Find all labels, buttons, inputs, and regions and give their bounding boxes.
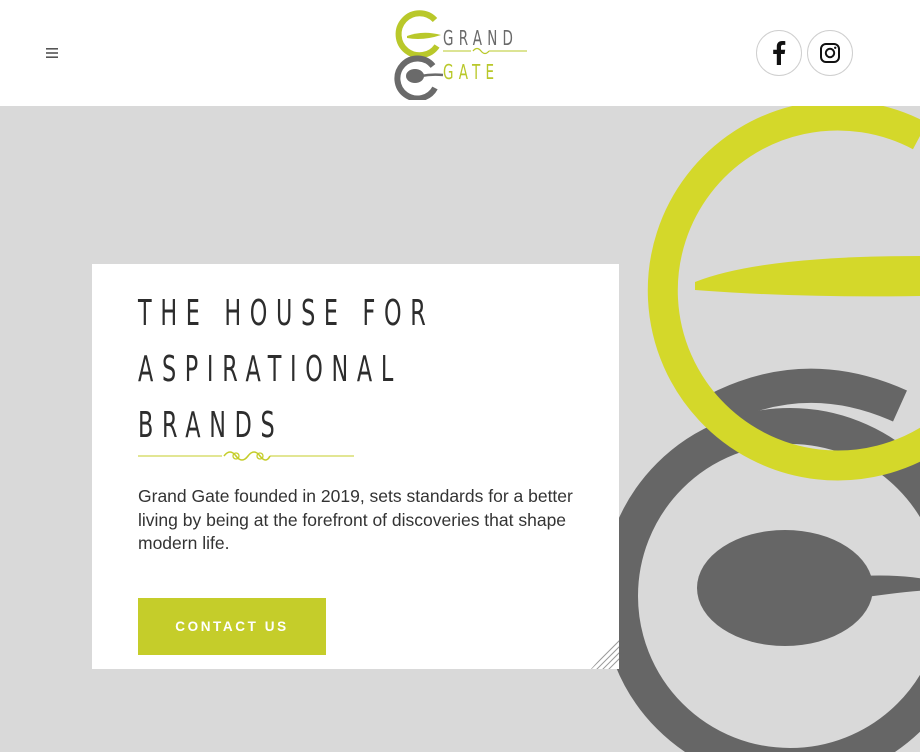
headline-line-2: ASPIRATIONAL bbox=[138, 349, 402, 390]
instagram-button[interactable] bbox=[807, 30, 853, 76]
hero-description: Grand Gate founded in 2019, sets standar… bbox=[138, 486, 573, 553]
logo-word-grand: GRAND bbox=[443, 26, 519, 50]
facebook-icon bbox=[773, 41, 786, 65]
hero-headline: THE HOUSE FOR ASPIRATIONAL BRANDS bbox=[138, 286, 522, 454]
logo-word-gate: GATE bbox=[443, 60, 500, 84]
ornament-divider bbox=[138, 451, 354, 461]
hamburger-icon bbox=[46, 48, 58, 58]
facebook-button[interactable] bbox=[756, 30, 802, 76]
contact-us-button[interactable]: CONTACT US bbox=[138, 598, 326, 655]
instagram-icon bbox=[820, 43, 840, 63]
headline-line-1: THE HOUSE FOR bbox=[138, 293, 435, 334]
menu-button[interactable] bbox=[40, 42, 64, 64]
hero-section: THE HOUSE FOR ASPIRATIONAL BRANDS Grand … bbox=[0, 106, 920, 752]
site-header: GRAND GATE bbox=[0, 0, 920, 106]
hero-card: THE HOUSE FOR ASPIRATIONAL BRANDS Grand … bbox=[92, 264, 619, 669]
brand-logo[interactable]: GRAND GATE bbox=[385, 8, 535, 100]
logo-mark bbox=[394, 10, 527, 100]
headline-line-3: BRANDS bbox=[138, 405, 284, 446]
corner-hatch-decoration bbox=[591, 637, 619, 669]
